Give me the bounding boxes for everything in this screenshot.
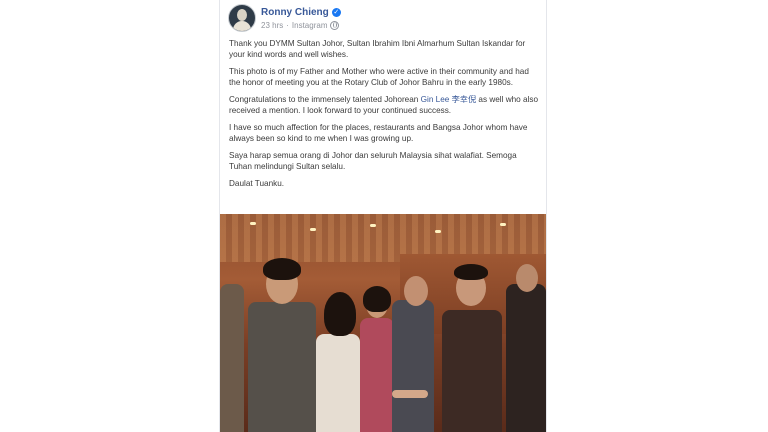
screenshot: Ronny Chieng ✓ 23 hrs · Instagram Thank … [0,0,768,432]
post-paragraph: Saya harap semua orang di Johor dan selu… [229,150,541,172]
photo-man-glasses-head [404,276,428,306]
post-text: This photo is of my Father and Mother wh… [229,66,529,88]
post-text: I have so much affection for the places,… [229,122,528,143]
post-header: Ronny Chieng ✓ 23 hrs · Instagram [228,4,538,34]
author-row: Ronny Chieng ✓ [261,5,341,19]
ceiling-light [250,222,256,225]
post-body: Thank you DYMM Sultan Johor, Sultan Ibra… [229,38,541,194]
facebook-post: Ronny Chieng ✓ 23 hrs · Instagram Thank … [219,0,547,432]
post-text: Daulat Tuanku. [229,178,285,188]
photo-woman-pink [360,318,394,432]
post-photo[interactable] [220,214,546,432]
post-source: Instagram [291,20,328,30]
photo-handshake [392,390,428,398]
avatar-face [237,9,247,21]
photo-sultan [442,310,502,432]
post-text: Thank you DYMM Sultan Johor, Sultan Ibra… [229,39,526,60]
meta-separator: · [286,20,289,30]
avatar-shoulders [233,21,251,31]
post-paragraph: Daulat Tuanku. [229,178,541,189]
post-time[interactable]: 23 hrs [261,21,283,30]
verified-badge-icon: ✓ [331,7,341,17]
ceiling-light [435,230,441,233]
photo-person-right-head [516,264,538,292]
globe-icon[interactable] [330,20,340,30]
photo-sultan-hair [454,264,488,280]
post-paragraph: Congratulations to the immensely talente… [229,94,541,116]
post-paragraph: I have so much affection for the places,… [229,122,541,144]
post-meta: 23 hrs · Instagram [261,19,340,31]
ceiling-light [500,223,506,226]
post-paragraph: Thank you DYMM Sultan Johor, Sultan Ibra… [229,38,541,60]
photo-mother [316,334,360,432]
post-paragraph: This photo is of my Father and Mother wh… [229,66,541,88]
photo-father-hair [263,258,301,280]
photo-father [248,302,316,432]
author-name[interactable]: Ronny Chieng [261,7,329,18]
photo-mother-hair [324,292,356,336]
photo-person-right [506,284,546,432]
ceiling-light [310,228,316,231]
post-text: Congratulations to the immensely talente… [229,94,421,104]
photo-woman-hair [363,286,391,312]
photo-person-left-edge [220,284,244,432]
gin-lee-link[interactable]: Gin Lee 李幸倪 [421,95,477,104]
avatar[interactable] [228,4,256,32]
photo-man-glasses [392,300,434,432]
post-text: Saya harap semua orang di Johor dan selu… [229,150,517,171]
ceiling-light [370,224,376,227]
